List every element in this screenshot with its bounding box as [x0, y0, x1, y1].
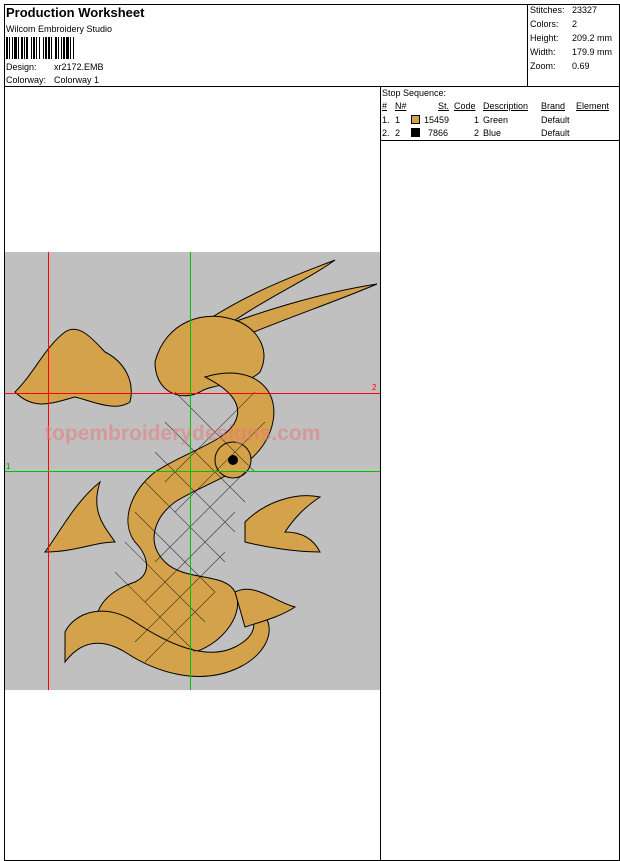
stat-colors: Colors: 2 — [530, 19, 578, 29]
barcode-bar — [48, 37, 50, 59]
guide-marker-2: 2 — [372, 383, 377, 392]
red-guide-horizontal — [5, 393, 380, 394]
row2-n: 2 — [395, 128, 401, 138]
col-st: St. — [438, 101, 450, 111]
design-preview: 2 1 topembroiderydesigns.com — [5, 252, 380, 690]
barcode-bar — [14, 37, 17, 59]
barcode-bar — [31, 37, 32, 59]
watermark-text: topembroiderydesigns.com — [45, 422, 321, 445]
barcode-bar — [73, 37, 74, 59]
row2-brand: Default — [541, 128, 570, 138]
col-description: Description — [483, 101, 529, 111]
barcode-bar — [9, 37, 10, 59]
row1-description: Green — [483, 115, 509, 125]
stat-width: Width: 179.9 mm — [530, 47, 613, 57]
barcode-bar — [33, 37, 35, 59]
barcode — [6, 37, 74, 59]
barcode-bar — [55, 37, 57, 59]
barcode-bar — [21, 37, 23, 59]
barcode-bar — [6, 37, 8, 59]
stat-zoom: Zoom: 0.69 — [530, 61, 590, 71]
col-element: Element — [576, 101, 610, 111]
barcode-bar — [24, 37, 25, 59]
row1-color-swatch — [411, 115, 420, 124]
col-n: N# — [395, 101, 407, 111]
page-title: Production Worksheet — [6, 5, 145, 20]
row2-description: Blue — [483, 128, 502, 138]
row1-brand: Default — [541, 115, 570, 125]
stat-height: Height: 209.2 mm — [530, 33, 613, 43]
row2-color-swatch — [411, 128, 420, 137]
stat-stitches: Stitches: 23327 — [530, 5, 598, 15]
barcode-bar — [43, 37, 44, 59]
barcode-bar — [51, 37, 52, 59]
row1-code: 1 — [474, 115, 480, 125]
barcode-bar — [12, 37, 13, 59]
row1-num: 1. — [382, 115, 390, 125]
barcode-bar — [58, 37, 59, 59]
column-divider — [380, 87, 381, 861]
barcode-bar — [63, 37, 65, 59]
row2-num: 2. — [382, 128, 390, 138]
stats-panel: Stitches: 23327 Colors: 2 Height: 209.2 mm … — [527, 4, 620, 86]
colorway-label: Colorway: — [6, 75, 47, 85]
colorway-value: Colorway 1 — [54, 75, 100, 85]
row2-st: 7866 — [428, 128, 449, 138]
barcode-bar — [26, 37, 28, 59]
barcode-bar — [39, 37, 40, 59]
row1-n: 1 — [395, 115, 401, 125]
barcode-bar — [45, 37, 47, 59]
row2-code: 2 — [474, 128, 480, 138]
software-name: Wilcom Embroidery Studio — [6, 24, 113, 34]
col-num: # — [382, 101, 388, 111]
stop-sequence-title: Stop Sequence: — [382, 88, 447, 98]
col-brand: Brand — [541, 101, 566, 111]
barcode-bar — [66, 37, 69, 59]
design-value: xr2172.EMB — [54, 62, 104, 72]
green-guide-horizontal — [5, 471, 380, 472]
barcode-bar — [61, 37, 62, 59]
barcode-bar — [36, 37, 37, 59]
col-code: Code — [454, 101, 476, 111]
guide-marker-1: 1 — [6, 462, 11, 471]
barcode-bar — [70, 37, 71, 59]
barcode-bar — [18, 37, 19, 59]
design-label: Design: — [6, 62, 37, 72]
row1-st: 15459 — [424, 115, 450, 125]
sequence-divider — [380, 140, 620, 141]
header-divider — [4, 86, 620, 87]
